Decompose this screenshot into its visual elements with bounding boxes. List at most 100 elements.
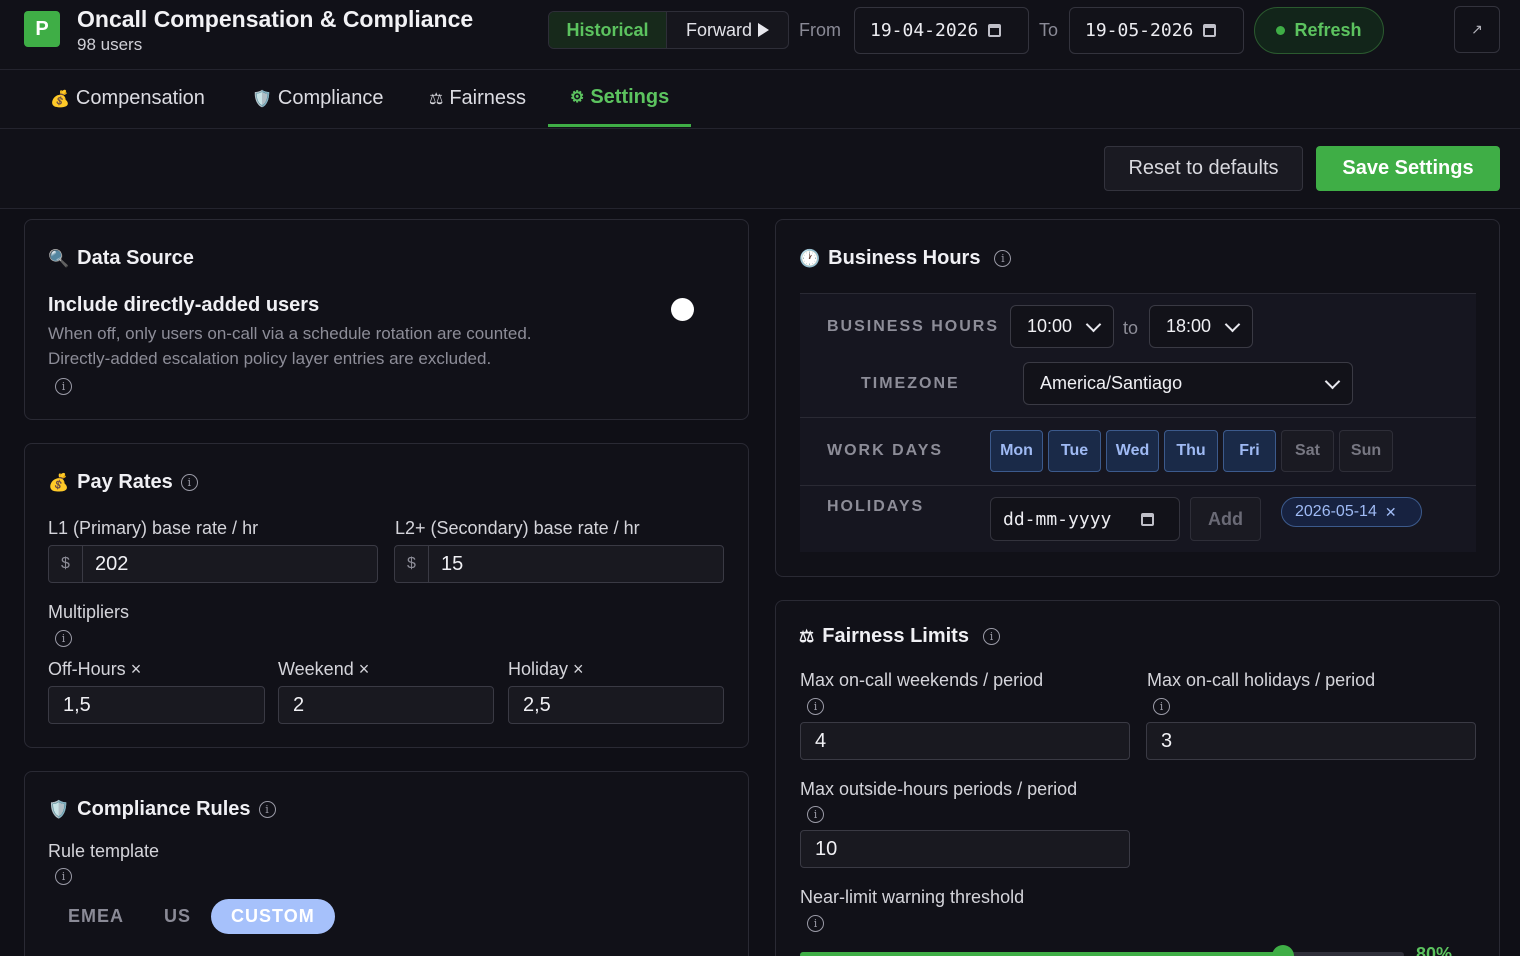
card-title-text: Business Hours (828, 247, 981, 269)
calendar-icon[interactable] (988, 24, 1002, 37)
calendar-icon[interactable] (1203, 24, 1217, 37)
card-title-text: Data Source (77, 247, 194, 269)
holiday-chip: 2026-05-14 ✕ (1281, 497, 1422, 527)
day-toggle-sun[interactable]: Sun (1339, 430, 1393, 472)
max-holidays-value: 3 (1161, 729, 1173, 752)
info-icon[interactable]: i (55, 868, 72, 885)
info-icon[interactable]: i (258, 801, 276, 818)
action-bar: Reset to defaults Save Settings (0, 129, 1520, 209)
magnifier-icon: 🔍 (48, 248, 70, 268)
from-date-input[interactable]: 19-04-2026 (854, 7, 1029, 54)
forward-button[interactable]: Forward (667, 12, 788, 48)
info-icon[interactable]: i (1153, 698, 1170, 715)
off-hours-label: Off-Hours × (48, 659, 142, 679)
timezone-value: America/Santiago (1040, 373, 1183, 393)
info-icon[interactable]: i (180, 474, 198, 491)
max-outside-hours-input[interactable]: 10 (800, 830, 1130, 868)
template-emea[interactable]: EMEA (48, 899, 144, 934)
tab-bar: 💰 Compensation 🛡️ Compliance ⚖ Fairness … (0, 70, 1520, 129)
day-toggle-thu[interactable]: Thu (1164, 430, 1218, 472)
refresh-label: Refresh (1294, 20, 1362, 40)
max-weekends-input[interactable]: 4 (800, 722, 1130, 760)
warning-threshold-slider[interactable] (800, 945, 1404, 956)
info-icon[interactable]: i (55, 378, 72, 395)
expand-icon: ↗︎ (1471, 21, 1483, 37)
day-toggle-sat[interactable]: Sat (1281, 430, 1334, 472)
tab-label: Compliance (277, 87, 384, 109)
info-icon[interactable]: i (807, 915, 824, 932)
tab-label: Fairness (449, 87, 527, 109)
calendar-icon[interactable] (1141, 512, 1155, 526)
status-dot-icon (1276, 26, 1286, 35)
currency-prefix: $ (395, 546, 429, 582)
chevron-down-icon (1224, 316, 1241, 333)
info-icon[interactable]: i (55, 630, 72, 647)
weekend-value: 2 (293, 693, 305, 716)
info-icon[interactable]: i (982, 628, 1000, 645)
holiday-date-input[interactable]: dd-mm-yyyy (990, 497, 1180, 541)
l1-rate-input[interactable]: $ 202 (48, 545, 378, 583)
money-bag-icon: 💰 (50, 90, 70, 108)
l1-rate-label: L1 (Primary) base rate / hr (48, 518, 259, 538)
max-holidays-input[interactable]: 3 (1146, 722, 1476, 760)
card-title: 🕐 Business Hours i (799, 247, 1012, 270)
template-custom[interactable]: CUSTOM (211, 899, 335, 934)
max-weekends-label: Max on-call weekends / period (800, 670, 1044, 690)
l2-rate-input[interactable]: $ 15 (394, 545, 724, 583)
timezone-select[interactable]: America/Santiago (1023, 362, 1353, 405)
day-toggle-fri[interactable]: Fri (1223, 430, 1276, 472)
close-icon[interactable]: ✕ (1385, 504, 1397, 521)
day-toggle-mon[interactable]: Mon (990, 430, 1043, 472)
data-source-card: 🔍 Data Source Include directly-added use… (24, 219, 749, 420)
holiday-date-placeholder: dd-mm-yyyy (1003, 508, 1112, 530)
tab-settings[interactable]: ⚙ Settings (548, 70, 691, 127)
end-time-select[interactable]: 18:00 (1149, 305, 1253, 348)
to-date-input[interactable]: 19-05-2026 (1069, 7, 1244, 54)
tab-fairness[interactable]: ⚖ Fairness (429, 70, 526, 127)
info-icon[interactable]: i (994, 250, 1012, 267)
divider (800, 417, 1476, 418)
l2-rate-value: 15 (441, 552, 464, 575)
expand-button[interactable]: ↗︎ (1454, 6, 1500, 53)
tab-label: Compensation (75, 87, 205, 109)
app-logo: P (24, 11, 60, 47)
money-bag-icon: 💰 (48, 472, 70, 492)
compliance-rules-card: 🛡️ Compliance Rules i Rule template i EM… (24, 771, 749, 956)
reset-defaults-button[interactable]: Reset to defaults (1104, 146, 1303, 191)
card-title: 🛡️ Compliance Rules i (48, 798, 276, 821)
tab-compensation[interactable]: 💰 Compensation (50, 70, 205, 127)
day-toggle-wed[interactable]: Wed (1106, 430, 1159, 472)
l2-rate-label: L2+ (Secondary) base rate / hr (395, 518, 640, 538)
divider (800, 485, 1476, 486)
historical-button[interactable]: Historical (549, 12, 667, 48)
scales-icon: ⚖ (799, 626, 815, 646)
from-date-value: 19-04-2026 (870, 20, 979, 41)
work-days-label: WORK DAYS (827, 442, 944, 459)
include-direct-users-toggle[interactable] (671, 298, 694, 321)
weekend-input[interactable]: 2 (278, 686, 494, 724)
timezone-label: TIMEZONE (861, 375, 960, 392)
currency-prefix: $ (49, 546, 83, 582)
off-hours-input[interactable]: 1,5 (48, 686, 265, 724)
shield-icon: 🛡️ (252, 90, 272, 108)
tab-compliance[interactable]: 🛡️ Compliance (252, 70, 384, 127)
holiday-input[interactable]: 2,5 (508, 686, 724, 724)
holiday-value: 2,5 (523, 693, 551, 716)
max-weekends-value: 4 (815, 729, 827, 752)
day-toggle-tue[interactable]: Tue (1048, 430, 1101, 472)
start-time-select[interactable]: 10:00 (1010, 305, 1114, 348)
max-outside-hours-label: Max outside-hours periods / period (800, 779, 1078, 799)
l1-rate-value: 202 (95, 552, 129, 575)
info-icon[interactable]: i (807, 698, 824, 715)
save-settings-button[interactable]: Save Settings (1316, 146, 1500, 191)
add-holiday-button[interactable]: Add (1190, 497, 1261, 541)
tab-label: Settings (590, 85, 670, 108)
template-us[interactable]: US (144, 899, 211, 934)
rule-template-label: Rule template (48, 841, 160, 861)
refresh-button[interactable]: Refresh (1254, 7, 1384, 54)
card-title: 💰 Pay Rates i (48, 471, 198, 494)
business-hours-label: BUSINESS HOURS (827, 318, 1000, 335)
app-title: Oncall Compensation & Compliance (77, 6, 474, 32)
max-holidays-label: Max on-call holidays / period (1147, 670, 1376, 690)
info-icon[interactable]: i (807, 806, 824, 823)
